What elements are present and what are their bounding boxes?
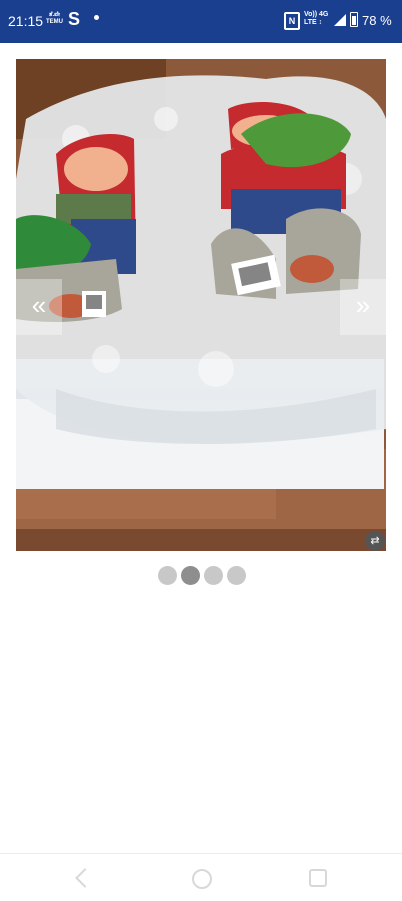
recent-apps-icon[interactable]	[309, 869, 327, 887]
pagination-dot[interactable]	[227, 566, 246, 585]
swap-icon[interactable]: ⇄	[365, 531, 385, 551]
temu-badge-line2: TEMU	[46, 19, 63, 25]
more-notifications-dot-icon	[94, 15, 99, 20]
temu-notification-icon: ತೆ.ಪೇ TEMU	[46, 12, 63, 26]
temu-badge-line1: ತೆ.ಪೇ	[49, 12, 60, 18]
nfc-icon: N	[284, 12, 300, 30]
back-icon[interactable]	[75, 868, 95, 888]
gallery-pagination	[158, 566, 246, 585]
s-app-icon: S	[68, 9, 81, 29]
status-bar: 21:15 ತೆ.ಪೇ TEMU S N Vo)) 4G LTE ↕ 78 %	[0, 0, 402, 43]
product-photo[interactable]	[16, 59, 386, 551]
pagination-dot[interactable]	[158, 566, 177, 585]
network-indicator: Vo)) 4G LTE ↕	[304, 11, 328, 27]
system-navigation-bar	[0, 853, 402, 901]
network-line1: Vo)) 4G	[304, 11, 329, 18]
product-photo-illustration	[16, 59, 386, 551]
signal-icon	[334, 14, 346, 26]
network-line2: LTE ↕	[304, 19, 323, 26]
clock: 21:15	[8, 13, 44, 29]
prev-image-button[interactable]: «	[16, 279, 62, 335]
next-image-button[interactable]: »	[340, 279, 386, 335]
battery-percent: 78 %	[362, 13, 392, 28]
pagination-dot[interactable]	[204, 566, 223, 585]
pagination-dot-active[interactable]	[181, 566, 200, 585]
home-icon[interactable]	[192, 869, 212, 889]
battery-icon	[350, 12, 358, 27]
